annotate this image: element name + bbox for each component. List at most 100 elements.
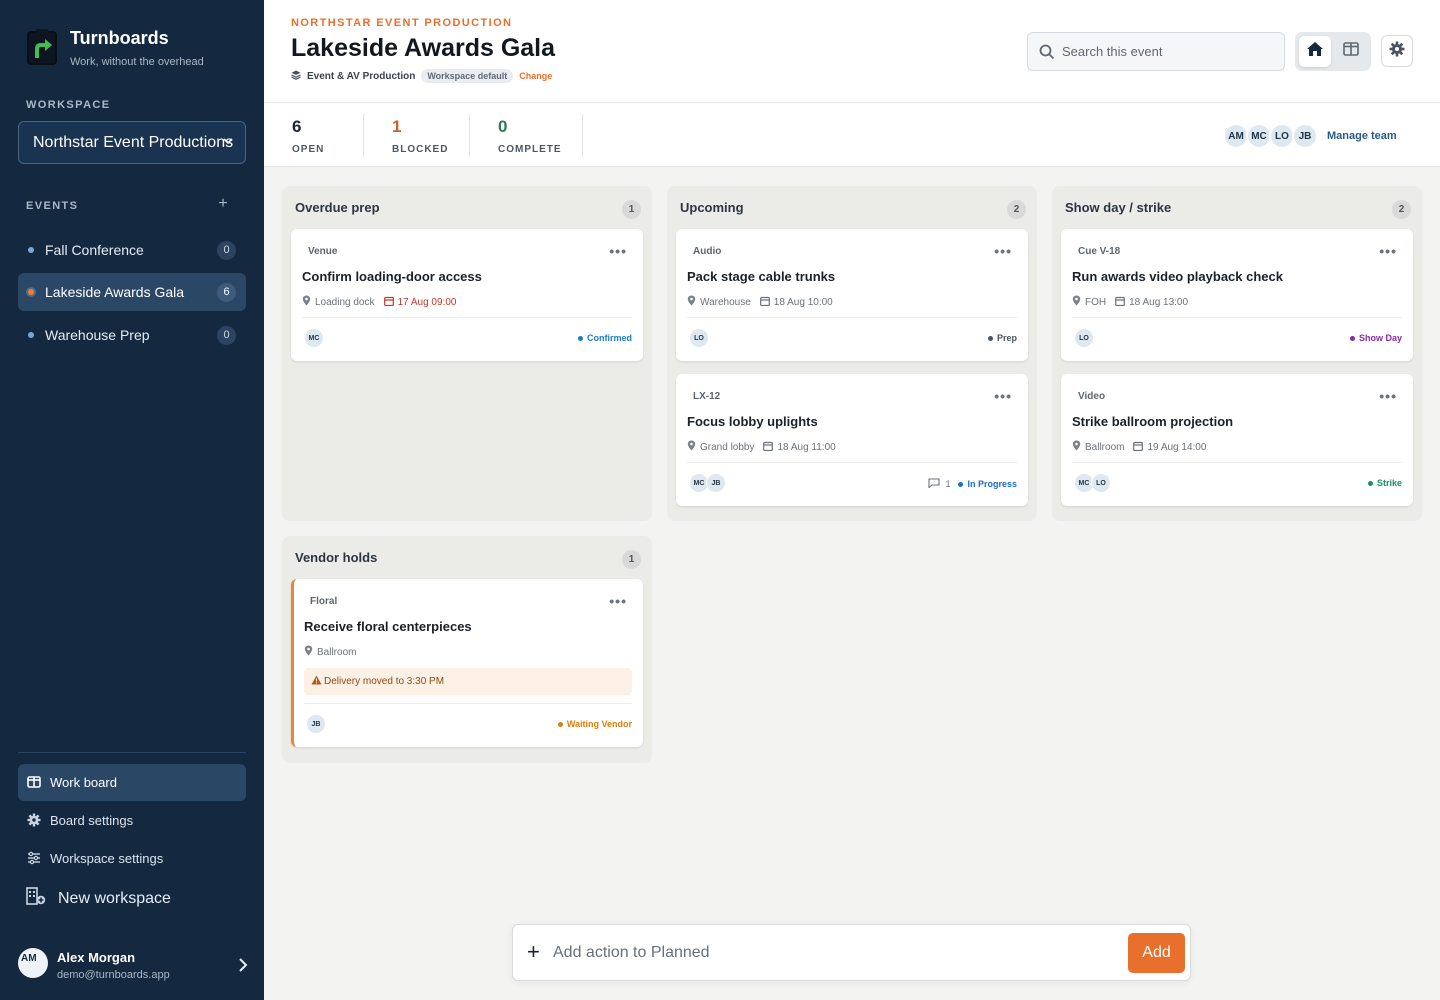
card-divider [1072, 317, 1402, 318]
avatar: LO [689, 328, 709, 348]
board-view-button[interactable] [1335, 36, 1367, 67]
column-title: Upcoming [680, 200, 744, 215]
pin-icon [687, 440, 696, 454]
column-title: Show day / strike [1065, 200, 1172, 215]
task-card[interactable]: Video ••• Strike ballroom projection Bal… [1061, 374, 1413, 506]
task-card[interactable]: Floral ••• Receive floral centerpieces B… [291, 579, 643, 747]
board-column-vendor-holds: Vendor holds 1 Floral ••• Receive floral… [282, 536, 652, 763]
calendar-icon [1115, 296, 1126, 309]
card-meta: Grand lobby 18 Aug 11:00 [687, 440, 836, 454]
event-label: Warehouse Prep [45, 327, 150, 343]
brand-subtitle: Work, without the overhead [70, 56, 204, 68]
more-options-icon[interactable]: ••• [609, 593, 627, 609]
pin-icon [1072, 295, 1081, 309]
task-card[interactable]: Cue V-18 ••• Run awards video playback c… [1061, 229, 1413, 361]
plus-icon: + [527, 939, 540, 964]
manage-team-link[interactable]: Manage team [1327, 130, 1397, 142]
brand: Turnboards Work, without the overhead [26, 27, 204, 68]
team-avatars: AM MC LO JB Manage team [1223, 123, 1397, 149]
task-card[interactable]: Venue ••• Confirm loading-door access Lo… [291, 229, 643, 361]
sliders-icon [27, 851, 41, 865]
change-template-link[interactable]: Change [519, 71, 552, 81]
nav-workspace-settings[interactable]: Workspace settings [18, 840, 246, 877]
status-label: Confirmed [587, 333, 632, 343]
column-count: 1 [622, 200, 641, 219]
card-due-date: 18 Aug 11:00 [777, 441, 836, 453]
stat-divider [363, 114, 364, 157]
template-meta: Event & AV Production Workspace default … [291, 69, 552, 83]
add-event-plus-icon[interactable]: + [216, 196, 230, 212]
card-location: Warehouse [700, 296, 751, 308]
avatar[interactable]: JB [1292, 123, 1318, 149]
more-options-icon[interactable]: ••• [1379, 243, 1397, 259]
card-title: Confirm loading-door access [302, 269, 482, 284]
search-icon [1039, 44, 1055, 63]
nav-board-settings[interactable]: Board settings [18, 802, 246, 839]
add-action-input[interactable] [553, 939, 1113, 967]
card-divider [1072, 462, 1402, 463]
events-label: EVENTS [26, 200, 79, 212]
card-meta: Warehouse 18 Aug 10:00 [687, 295, 833, 309]
card-tag: LX-12 [693, 391, 721, 402]
avatar: JB [706, 473, 726, 493]
status-badge: Show Day [1349, 333, 1402, 343]
brand-title: Turnboards [70, 28, 169, 48]
more-options-icon[interactable]: ••• [994, 243, 1012, 259]
sidebar-event-fall-conference[interactable]: Fall Conference 0 [18, 231, 246, 269]
nav-label: Board settings [50, 813, 134, 828]
card-divider [687, 462, 1017, 463]
workspace-select[interactable]: Northstar Event Productions [18, 121, 246, 164]
avatar: MC [304, 328, 324, 348]
new-workspace-button[interactable]: New workspace [26, 886, 171, 911]
sidebar-event-lakeside-awards-gala[interactable]: Lakeside Awards Gala 6 [18, 273, 246, 311]
card-due-date: 18 Aug 13:00 [1129, 296, 1189, 308]
event-label: Lakeside Awards Gala [45, 284, 185, 300]
page-header: NORTHSTAR EVENT PRODUCTION Lakeside Awar… [264, 0, 1440, 103]
event-dot [28, 247, 34, 253]
settings-button[interactable] [1381, 35, 1413, 67]
card-assignees: JB [306, 714, 326, 734]
stat-label: COMPLETE [498, 144, 562, 155]
stat-divider [582, 114, 583, 157]
sidebar-divider [18, 752, 246, 753]
more-options-icon[interactable]: ••• [609, 243, 627, 259]
task-card[interactable]: LX-12 ••• Focus lobby uplights Grand lob… [676, 374, 1028, 506]
column-count: 2 [1007, 200, 1026, 219]
gear-icon [1389, 41, 1405, 62]
more-options-icon[interactable]: ••• [1379, 388, 1397, 404]
nav-work-board[interactable]: Work board [18, 764, 246, 801]
template-name: Event & AV Production [307, 70, 416, 82]
card-location: FOH [1085, 296, 1107, 308]
card-location: Grand lobby [700, 441, 755, 453]
status-dot [578, 335, 583, 341]
more-options-icon[interactable]: ••• [994, 388, 1012, 404]
view-toggle [1295, 32, 1371, 71]
card-title: Pack stage cable trunks [687, 269, 836, 284]
alert-text: Delivery moved to 3:30 PM [324, 676, 445, 687]
sidebar-event-warehouse-prep[interactable]: Warehouse Prep 0 [18, 316, 246, 354]
sidebar: Turnboards Work, without the overhead WO… [0, 0, 264, 1000]
card-divider [302, 317, 632, 318]
status-badge: Prep [987, 333, 1017, 343]
status-label: Strike [1376, 478, 1402, 488]
building-add-icon [26, 886, 46, 911]
search-input[interactable]: Search this event [1027, 32, 1285, 71]
user-menu[interactable]: AM Alex Morgan demo@turnboards.app [18, 948, 250, 981]
stat-label: BLOCKED [392, 144, 449, 155]
event-count: 6 [217, 283, 236, 302]
event-dot [28, 332, 34, 338]
card-tag: Audio [693, 246, 722, 257]
task-card[interactable]: Audio ••• Pack stage cable trunks Wareho… [676, 229, 1028, 361]
home-view-button[interactable] [1299, 36, 1331, 67]
event-count: 0 [217, 326, 236, 345]
stat-divider [469, 114, 470, 157]
add-action-button[interactable]: Add [1128, 933, 1185, 973]
stat-blocked: 1 BLOCKED [392, 117, 448, 155]
pin-icon [302, 295, 311, 309]
avatar: LO [1091, 473, 1111, 493]
stat-open: 6 OPEN [292, 117, 324, 155]
column-count: 2 [1392, 200, 1411, 219]
user-email: demo@turnboards.app [57, 969, 170, 981]
pin-icon [1072, 440, 1081, 454]
board-column-upcoming: Upcoming 2 Audio ••• Pack stage cable tr… [667, 186, 1037, 521]
